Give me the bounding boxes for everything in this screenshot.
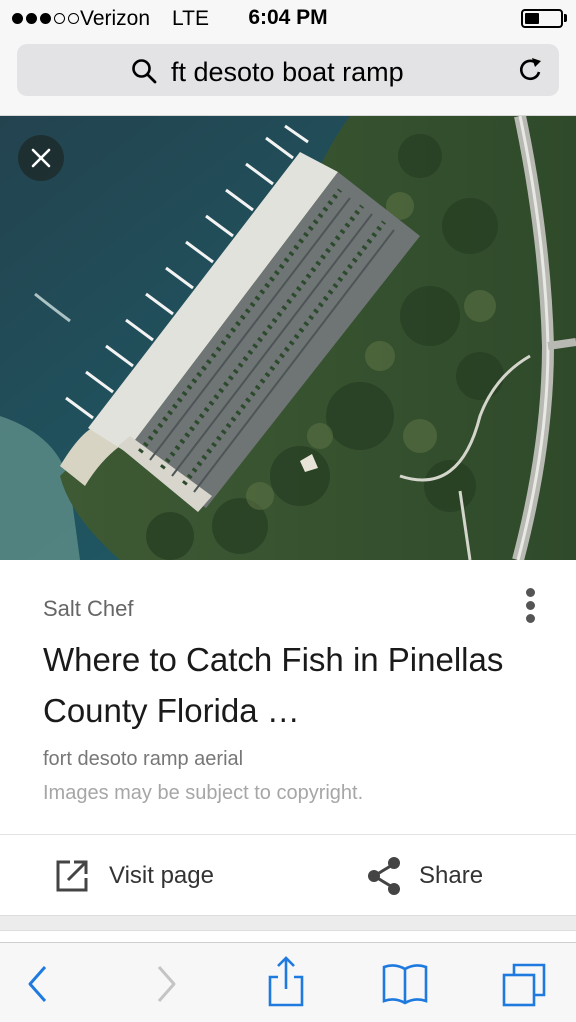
result-card: Salt Chef Where to Catch Fish in Pinella… — [0, 560, 576, 916]
clock: 6:04 PM — [248, 6, 328, 29]
more-vertical-icon[interactable] — [516, 586, 546, 626]
divider — [0, 834, 576, 835]
result-image[interactable] — [0, 116, 576, 560]
share-sheet-icon[interactable] — [261, 955, 311, 1007]
aerial-photo — [0, 116, 576, 560]
search-icon — [132, 59, 157, 84]
bookmarks-icon[interactable] — [380, 961, 430, 1007]
battery-nub — [564, 14, 567, 22]
visit-page-label: Visit page — [109, 862, 214, 889]
tabs-icon[interactable] — [500, 961, 550, 1007]
browser-address-area: ft desoto boat ramp — [0, 38, 576, 116]
share-label: Share — [419, 862, 484, 889]
address-bar[interactable]: ft desoto boat ramp — [17, 44, 559, 96]
source-site: Salt Chef — [43, 596, 134, 621]
search-query: ft desoto boat ramp — [171, 57, 404, 87]
back-icon[interactable] — [14, 961, 64, 1007]
status-bar: Verizon LTE 6:04 PM — [0, 0, 576, 38]
reload-icon[interactable] — [517, 56, 545, 84]
close-icon — [31, 148, 51, 168]
browser-toolbar — [0, 942, 576, 1022]
battery-icon — [521, 9, 563, 28]
image-caption: fort desoto ramp aerial — [43, 748, 244, 770]
result-title[interactable]: Where to Catch Fish in Pinellas County F… — [43, 634, 543, 736]
external-link-icon — [56, 860, 88, 892]
share-button[interactable]: Share — [366, 850, 483, 902]
close-button[interactable] — [18, 135, 64, 181]
visit-page-button[interactable]: Visit page — [54, 850, 214, 902]
copyright-notice: Images may be subject to copyright. — [43, 782, 364, 804]
forward-icon — [157, 966, 176, 1002]
share-icon — [368, 857, 400, 895]
